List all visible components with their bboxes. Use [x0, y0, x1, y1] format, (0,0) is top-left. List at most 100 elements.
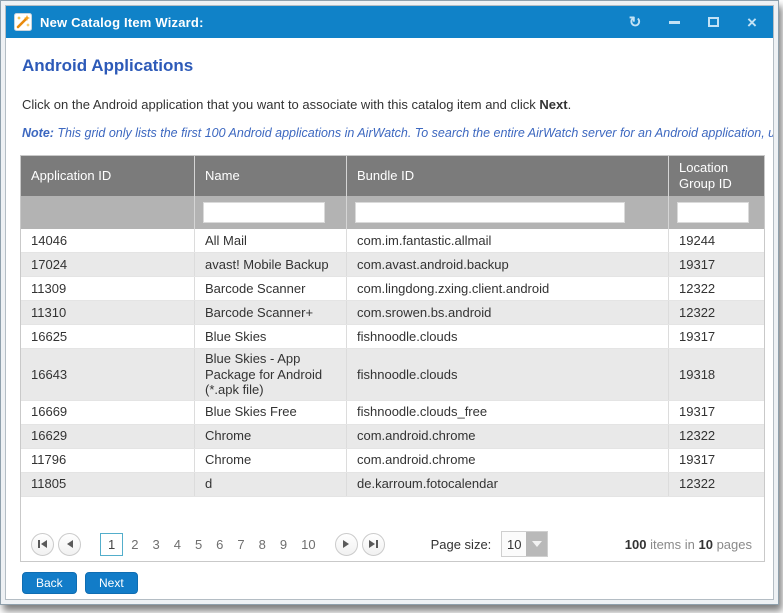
instruction-suffix: . [568, 97, 572, 112]
pager-first-button[interactable] [31, 533, 54, 556]
minimize-icon [669, 21, 680, 24]
table-cell-name: Chrome [195, 425, 347, 448]
screen: New Catalog Item Wizard: ↻ × Android App… [0, 0, 783, 613]
window-inner: New Catalog Item Wizard: ↻ × Android App… [5, 5, 774, 600]
page-size-value: 10 [502, 532, 526, 556]
table-cell-bundle-id: fishnoodle.clouds_free [347, 401, 669, 424]
next-button[interactable]: Next [85, 572, 138, 594]
table-cell-bundle-id: com.im.fantastic.allmail [347, 229, 669, 252]
minimize-button[interactable] [665, 13, 683, 31]
pager-page-10[interactable]: 10 [295, 534, 321, 555]
grid-body: 14046All Mailcom.im.fantastic.allmail192… [21, 229, 764, 497]
table-cell-name: Blue Skies [195, 325, 347, 348]
next-page-icon [343, 540, 349, 548]
table-cell-location-group-id: 19317 [669, 253, 762, 276]
table-cell-location-group-id: 12322 [669, 301, 762, 324]
table-row[interactable]: 16643Blue Skies - App Package for Androi… [21, 349, 764, 401]
titlebar-controls: ↻ × [626, 13, 761, 31]
last-page-icon [376, 540, 378, 548]
table-cell-name: Barcode Scanner [195, 277, 347, 300]
table-row[interactable]: 16669Blue Skies Freefishnoodle.clouds_fr… [21, 401, 764, 425]
table-cell-name: All Mail [195, 229, 347, 252]
table-cell-location-group-id: 19244 [669, 229, 762, 252]
column-header-location-group-id[interactable]: Location Group ID [669, 156, 762, 196]
table-row[interactable]: 11796Chromecom.android.chrome19317 [21, 449, 764, 473]
pager-page-9[interactable]: 9 [274, 534, 293, 555]
table-cell-bundle-id: com.lingdong.zxing.client.android [347, 277, 669, 300]
pager-page-4[interactable]: 4 [168, 534, 187, 555]
table-row[interactable]: 16629Chromecom.android.chrome12322 [21, 425, 764, 449]
column-header-application-id[interactable]: Application ID [21, 156, 195, 196]
pager-next-button[interactable] [335, 533, 358, 556]
table-cell-application-id: 16669 [21, 401, 195, 424]
pager-page-2[interactable]: 2 [125, 534, 144, 555]
table-cell-name: Barcode Scanner+ [195, 301, 347, 324]
grid-header-row: Application IDNameBundle IDLocation Grou… [21, 156, 764, 196]
table-cell-bundle-id: com.avast.android.backup [347, 253, 669, 276]
table-cell-bundle-id: de.karroum.fotocalendar [347, 473, 669, 496]
table-cell-application-id: 11309 [21, 277, 195, 300]
table-cell-bundle-id: fishnoodle.clouds [347, 349, 669, 400]
pager-page-5[interactable]: 5 [189, 534, 208, 555]
pager-page-6[interactable]: 6 [210, 534, 229, 555]
back-button[interactable]: Back [22, 572, 77, 594]
pager-page-1[interactable]: 1 [100, 533, 123, 556]
wizard-window: New Catalog Item Wizard: ↻ × Android App… [0, 0, 779, 605]
pager-prev-button[interactable] [58, 533, 81, 556]
table-row[interactable]: 11805dde.karroum.fotocalendar12322 [21, 473, 764, 497]
filter-input-bundle-id[interactable] [355, 202, 625, 223]
pager-page-7[interactable]: 7 [231, 534, 250, 555]
table-row[interactable]: 14046All Mailcom.im.fantastic.allmail192… [21, 229, 764, 253]
first-page-icon [38, 540, 40, 548]
table-cell-name: avast! Mobile Backup [195, 253, 347, 276]
table-cell-bundle-id: com.android.chrome [347, 425, 669, 448]
close-button[interactable]: × [743, 13, 761, 31]
refresh-icon: ↻ [629, 15, 642, 30]
table-cell-application-id: 16643 [21, 349, 195, 400]
page-size-dropdown-button[interactable] [526, 532, 547, 556]
grid-empty-space [21, 497, 764, 527]
table-cell-location-group-id: 19317 [669, 401, 762, 424]
column-header-bundle-id[interactable]: Bundle ID [347, 156, 669, 196]
prev-page-icon [67, 540, 73, 548]
table-cell-bundle-id: fishnoodle.clouds [347, 325, 669, 348]
grid-filter-row [21, 196, 764, 229]
table-cell-location-group-id: 19317 [669, 325, 762, 348]
maximize-icon [708, 17, 719, 27]
table-row[interactable]: 16625Blue Skiesfishnoodle.clouds19317 [21, 325, 764, 349]
items-count: 100 [625, 537, 647, 552]
table-row[interactable]: 11309Barcode Scannercom.lingdong.zxing.c… [21, 277, 764, 301]
table-cell-location-group-id: 12322 [669, 473, 762, 496]
pager-page-3[interactable]: 3 [146, 534, 165, 555]
pager-last-button[interactable] [362, 533, 385, 556]
refresh-button[interactable]: ↻ [626, 13, 644, 31]
filter-cell-bundle-id [347, 196, 669, 229]
maximize-button[interactable] [704, 13, 722, 31]
table-cell-name: Blue Skies Free [195, 401, 347, 424]
window-title: New Catalog Item Wizard: [40, 15, 204, 30]
table-cell-application-id: 11805 [21, 473, 195, 496]
table-cell-name: d [195, 473, 347, 496]
column-header-name[interactable]: Name [195, 156, 347, 196]
pager-page-8[interactable]: 8 [253, 534, 272, 555]
table-cell-location-group-id: 19318 [669, 349, 762, 400]
table-cell-application-id: 11796 [21, 449, 195, 472]
instruction-prefix: Click on the Android application that yo… [22, 97, 539, 112]
note-text: Note: This grid only lists the first 100… [22, 126, 773, 140]
table-cell-application-id: 17024 [21, 253, 195, 276]
instruction-next-bold: Next [539, 97, 567, 112]
page-size-dropdown[interactable]: 10 [501, 531, 548, 557]
filter-input-name[interactable] [203, 202, 325, 223]
page-size-label: Page size: [431, 537, 492, 552]
table-row[interactable]: 17024avast! Mobile Backupcom.avast.andro… [21, 253, 764, 277]
table-row[interactable]: 11310Barcode Scanner+com.srowen.bs.andro… [21, 301, 764, 325]
table-cell-name: Chrome [195, 449, 347, 472]
table-cell-name: Blue Skies - App Package for Android (*.… [195, 349, 347, 400]
table-cell-location-group-id: 19317 [669, 449, 762, 472]
titlebar: New Catalog Item Wizard: ↻ × [6, 6, 773, 38]
table-cell-application-id: 16625 [21, 325, 195, 348]
instruction-text: Click on the Android application that yo… [22, 97, 571, 112]
table-cell-application-id: 14046 [21, 229, 195, 252]
filter-cell-location-group-id [669, 196, 762, 229]
filter-input-location-group-id[interactable] [677, 202, 749, 223]
